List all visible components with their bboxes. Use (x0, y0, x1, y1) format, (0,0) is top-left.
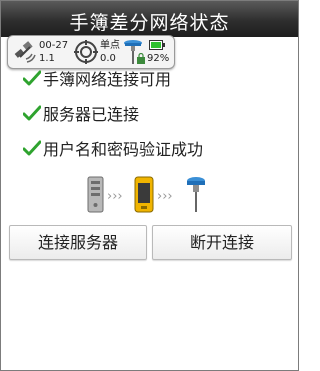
app-frame: 手簿差分网络状态 00-27 1.1 单点 0.0 92% 手簿网络连接可用 服… (0, 0, 299, 371)
check-icon (23, 140, 41, 156)
battery-percent-text: 92% (147, 53, 170, 64)
solution-top-text: 单点 (100, 40, 120, 51)
disconnect-button[interactable]: 断开连接 (152, 225, 292, 260)
svg-text:›››: ››› (157, 189, 173, 204)
connection-flow-graphic: ››› ››› (87, 176, 205, 213)
check-icon (23, 105, 41, 121)
auth-status-text: 用户名和密码验证成功 (43, 140, 204, 159)
rover-antenna-icon (187, 177, 205, 212)
network-status-row: 手簿网络连接可用 (23, 67, 171, 89)
server-icon (87, 176, 104, 213)
window-title: 手簿差分网络状态 (69, 12, 230, 34)
time-bottom-text: 1.1 (39, 53, 55, 64)
title-bar: 手簿差分网络状态 (1, 1, 298, 37)
target-icon (74, 40, 98, 64)
server-status-text: 服务器已连接 (43, 105, 140, 124)
connect-server-button[interactable]: 连接服务器 (9, 225, 147, 260)
status-bar: 00-27 1.1 单点 0.0 92% (7, 35, 175, 69)
network-status-text: 手簿网络连接可用 (43, 70, 172, 89)
solution-bottom-text: 0.0 (100, 53, 116, 64)
lock-icon (137, 53, 145, 64)
battery-icon (149, 40, 165, 50)
svg-text:›››: ››› (107, 189, 123, 204)
phone-icon (134, 176, 154, 213)
satellite-icon (14, 41, 36, 63)
auth-status-row: 用户名和密码验证成功 (23, 137, 203, 159)
server-status-row: 服务器已连接 (23, 102, 139, 124)
time-top-text: 00-27 (39, 40, 69, 51)
check-icon (23, 70, 41, 86)
